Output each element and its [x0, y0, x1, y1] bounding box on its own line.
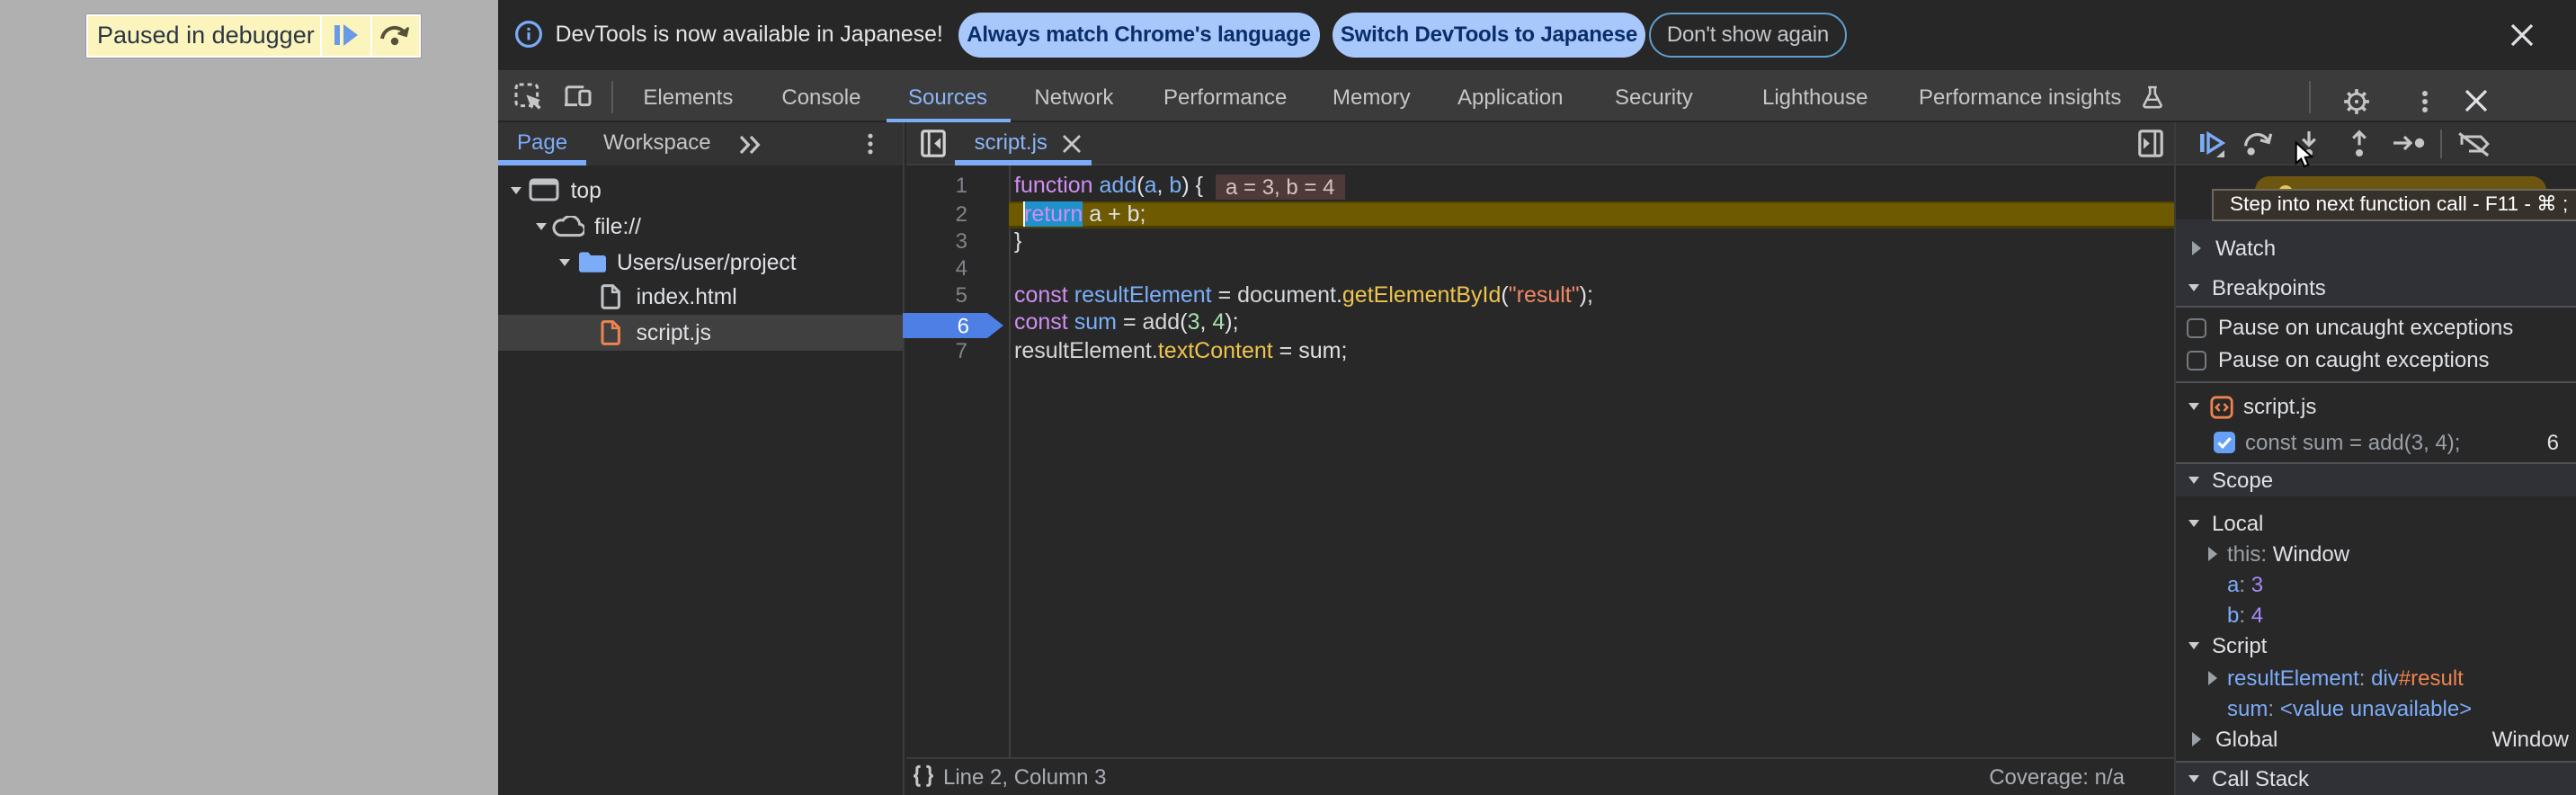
svg-text:6: 6 — [957, 315, 968, 339]
